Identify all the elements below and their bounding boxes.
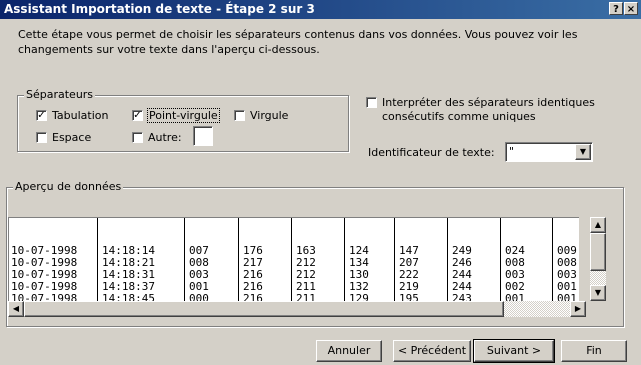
other-checkbox-box[interactable] [132,132,143,143]
table-cell: 216 [243,269,263,281]
table-cell: 10-07-1998 [11,269,78,281]
separators-legend: Séparateurs [24,88,96,101]
table-cell: 222 [399,269,419,281]
table-cell: 216 [243,281,263,293]
text-qualifier-select[interactable]: " ▼ [505,142,593,162]
tab-checkbox-box[interactable]: ✓ [36,110,47,121]
table-cell: 024 [505,245,525,257]
close-button[interactable]: × [624,2,638,15]
semicolon-checkbox[interactable]: ✓ Point-virgule [132,108,220,123]
space-checkbox-label: Espace [52,131,92,144]
table-cell: 244 [452,269,472,281]
consecutive-label-line1: Interpréter des séparateurs identiques [382,96,595,109]
scroll-up-icon[interactable]: ▲ [590,217,606,233]
table-cell: 212 [296,257,316,269]
comma-checkbox-label: Virgule [250,109,289,122]
table-cell: 147 [399,245,419,257]
previous-button[interactable]: < Précédent [393,340,471,362]
table-row: 10-07-1998 14:18:21 008 217 212 134 207 246 008 0… [9,257,579,269]
table-cell: 217 [243,257,263,269]
table-cell: 14:18:31 [102,269,155,281]
table-cell: 008 [189,257,209,269]
table-cell: 246 [452,257,472,269]
cancel-button[interactable]: Annuler [316,340,382,362]
table-cell: 003 [505,269,525,281]
table-cell: 130 [349,269,369,281]
semicolon-checkbox-box[interactable]: ✓ [132,110,143,121]
table-cell: 14:18:37 [102,281,155,293]
table-cell: 124 [349,245,369,257]
vertical-scroll-thumb[interactable] [590,233,606,271]
scroll-left-icon[interactable]: ◀ [8,301,24,317]
tab-checkbox[interactable]: ✓ Tabulation [36,109,108,122]
consecutive-label-line2: consécutifs comme uniques [382,110,536,123]
chevron-down-icon[interactable]: ▼ [575,144,591,160]
comma-checkbox[interactable]: Virgule [234,109,288,122]
table-cell: 001 [557,281,577,293]
other-checkbox-label: Autre: [148,131,182,144]
table-cell: 008 [505,257,525,269]
table-cell: 10-07-1998 [11,245,78,257]
horizontal-scroll-thumb[interactable] [24,301,504,317]
space-checkbox-box[interactable] [36,132,47,143]
text-qualifier-value: " [509,145,515,158]
table-cell: 009 [557,245,577,257]
space-checkbox[interactable]: Espace [36,131,91,144]
preview-grid[interactable]: 10-07-1998 14:18:14 007 176 163 124 147 249 024 0… [8,217,579,302]
table-cell: 007 [189,245,209,257]
tab-checkbox-label: Tabulation [52,109,109,122]
table-cell: 163 [296,245,316,257]
scroll-right-icon[interactable]: ▶ [570,301,586,317]
consecutive-checkbox-label: Interpréter des séparateurs identiques c… [382,96,595,124]
preview-legend: Aperçu de données [13,180,124,193]
table-cell: 003 [557,269,577,281]
scroll-down-icon[interactable]: ▼ [590,285,606,301]
consecutive-checkbox-box[interactable] [366,97,377,108]
table-row: 10-07-1998 14:18:37 001 216 211 132 219 244 002 0… [9,281,579,293]
table-cell: 008 [557,257,577,269]
comma-checkbox-box[interactable] [234,110,245,121]
other-checkbox[interactable]: Autre: [132,131,182,144]
consecutive-checkbox[interactable]: Interpréter des séparateurs identiques c… [366,96,595,124]
table-cell: 212 [296,269,316,281]
table-cell: 207 [399,257,419,269]
table-row: 10-07-1998 14:18:31 003 216 212 130 222 244 003 0… [9,269,579,281]
text-qualifier-label: Identificateur de texte: [368,146,495,159]
table-cell: 001 [189,281,209,293]
table-row: 10-07-1998 14:18:14 007 176 163 124 147 249 024 0… [9,245,579,257]
table-cell: 14:18:21 [102,257,155,269]
table-cell: 14:18:14 [102,245,155,257]
table-cell: 176 [243,245,263,257]
step-description: Cette étape vous permet de choisir les s… [18,28,578,56]
semicolon-checkbox-label: Point-virgule [147,108,220,123]
table-cell: 244 [452,281,472,293]
window-title: Assistant Importation de texte - Étape 2… [4,2,315,16]
next-button[interactable]: Suivant > [473,339,555,363]
table-cell: 134 [349,257,369,269]
preview-vertical-scrollbar[interactable]: ▲ ▼ [590,217,606,301]
table-cell: 249 [452,245,472,257]
table-cell: 10-07-1998 [11,281,78,293]
table-cell: 132 [349,281,369,293]
table-cell: 003 [189,269,209,281]
title-bar: Assistant Importation de texte - Étape 2… [0,0,641,19]
finish-button[interactable]: Fin [561,340,627,362]
table-cell: 10-07-1998 [11,257,78,269]
preview-horizontal-scrollbar[interactable]: ◀ ▶ [8,301,586,317]
table-cell: 002 [505,281,525,293]
table-cell: 219 [399,281,419,293]
help-button[interactable]: ? [609,2,623,15]
table-cell: 211 [296,281,316,293]
other-separator-input[interactable] [193,126,213,146]
